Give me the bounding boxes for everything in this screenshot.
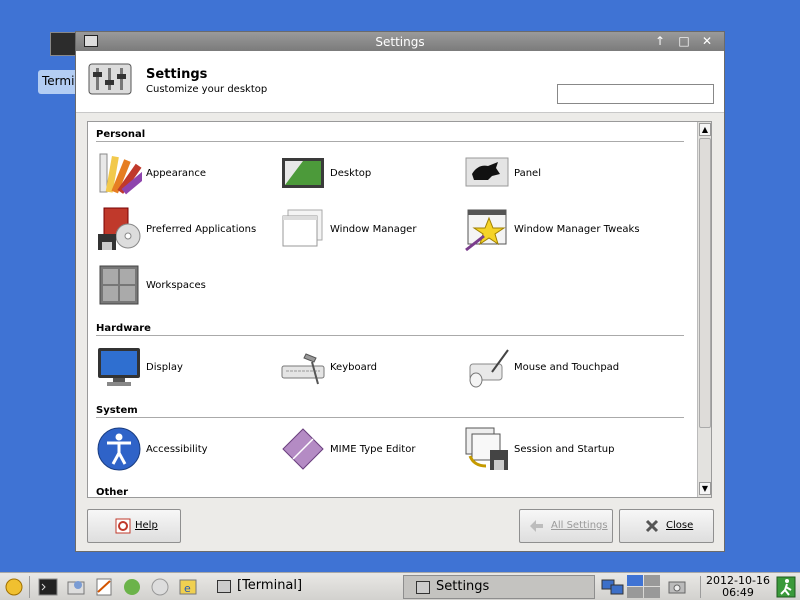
shade-button[interactable]: ↑ <box>652 34 668 49</box>
section-divider <box>96 335 684 336</box>
settings-item-mime-type-editor[interactable]: MIME Type Editor <box>280 426 460 472</box>
search-input[interactable] <box>557 84 714 104</box>
settings-item-label: Session and Startup <box>514 444 615 455</box>
workspace-switcher[interactable] <box>627 575 661 599</box>
mime-type-editor-icon <box>282 428 324 470</box>
maximize-button[interactable]: □ <box>676 34 692 49</box>
settings-item-label: Panel <box>514 168 541 179</box>
separator <box>29 576 30 598</box>
vertical-scrollbar[interactable]: ▲ ▼ <box>697 122 711 497</box>
settings-item-label: Keyboard <box>330 362 378 373</box>
window-title: Settings <box>375 35 425 49</box>
settings-item-mouse-and-touchpad[interactable]: Mouse and Touchpad <box>464 344 644 390</box>
settings-item-workspaces[interactable]: Workspaces <box>96 262 276 308</box>
section-title-other: Other <box>96 487 129 498</box>
display-icon <box>98 348 140 386</box>
close-window-button[interactable]: ✕ <box>699 34 715 49</box>
help-button[interactable]: Help <box>87 509 181 543</box>
settings-item-window-manager-tweaks[interactable]: Window Manager Tweaks <box>464 206 644 252</box>
terminal-task-icon <box>217 580 231 593</box>
help-icon <box>115 518 131 534</box>
settings-item-session-and-startup[interactable]: Session and Startup <box>464 426 644 472</box>
settings-item-window-manager[interactable]: Window Manager <box>280 206 460 252</box>
all-settings-button[interactable]: All Settings <box>519 509 613 543</box>
scroll-down-button[interactable]: ▼ <box>699 482 711 495</box>
window-manager-tweaks-icon <box>465 209 507 252</box>
panel-icon <box>465 157 509 187</box>
settings-item-accessibility[interactable]: Accessibility <box>96 426 276 472</box>
clock-time: 06:49 <box>722 586 754 599</box>
scroll-up-button[interactable]: ▲ <box>699 123 711 136</box>
task-settings[interactable]: Settings <box>403 575 595 599</box>
close-icon <box>645 519 659 533</box>
applications-menu-icon[interactable] <box>4 578 24 596</box>
header-subtitle: Customize your desktop <box>146 84 268 95</box>
mouse-icon <box>469 349 509 388</box>
logout-icon[interactable] <box>776 576 796 598</box>
title-bar[interactable]: Settings ↑ □ ✕ <box>76 32 724 51</box>
settings-manager-icon <box>88 63 132 95</box>
settings-item-panel[interactable]: Panel <box>464 150 644 196</box>
section-title-system: System <box>96 405 138 416</box>
accessibility-icon <box>97 427 141 471</box>
settings-item-label: Window Manager <box>330 224 417 235</box>
header-title: Settings <box>146 67 208 82</box>
section-divider <box>96 417 684 418</box>
appearance-icon <box>99 153 142 195</box>
settings-item-keyboard[interactable]: Keyboard <box>280 344 460 390</box>
settings-window: Settings ↑ □ ✕ Settings Customize your d… <box>75 31 725 552</box>
settings-item-display[interactable]: Display <box>96 344 276 390</box>
taskbar: e [Terminal] Settings 2012-10-16 06:49 <box>0 572 800 600</box>
settings-item-label: Workspaces <box>146 280 206 291</box>
task-terminal[interactable]: [Terminal] <box>205 575 401 599</box>
window-manager-icon <box>282 209 323 247</box>
settings-item-label: Desktop <box>330 168 372 179</box>
desktop-icon <box>282 158 324 188</box>
terminal-launcher-icon[interactable] <box>38 578 58 596</box>
text-editor-launcher-icon[interactable] <box>94 578 114 596</box>
section-title-hardware: Hardware <box>96 323 151 334</box>
settings-item-label: Window Manager Tweaks <box>514 224 640 235</box>
media-launcher-icon[interactable] <box>150 578 170 596</box>
settings-item-label: Appearance <box>146 168 207 179</box>
settings-item-label: Accessibility <box>146 444 208 455</box>
close-button[interactable]: Close <box>619 509 714 543</box>
network-icon[interactable] <box>601 578 625 596</box>
settings-task-icon <box>416 581 430 594</box>
settings-item-label: MIME Type Editor <box>330 444 416 455</box>
task-label: Settings <box>436 579 490 594</box>
settings-item-label: Mouse and Touchpad <box>514 362 620 373</box>
screenshot-icon[interactable] <box>667 578 687 596</box>
settings-item-appearance[interactable]: Appearance <box>96 150 276 196</box>
task-label: [Terminal] <box>237 578 303 593</box>
all-settings-button-label: All Settings <box>551 520 608 531</box>
settings-item-label: Preferred Applications <box>146 224 257 235</box>
help-button-label: Help <box>135 520 158 531</box>
browser-launcher-icon[interactable]: e <box>178 578 198 596</box>
scrollbar-thumb[interactable] <box>699 138 711 428</box>
workspaces-icon <box>99 265 139 305</box>
settings-item-label: Display <box>146 362 183 373</box>
spreadsheet-launcher-icon[interactable] <box>122 578 142 596</box>
section-title-personal: Personal <box>96 129 146 140</box>
file-manager-launcher-icon[interactable] <box>66 578 86 596</box>
header: Settings Customize your desktop <box>76 51 724 113</box>
settings-item-desktop[interactable]: Desktop <box>280 150 460 196</box>
separator <box>700 576 701 598</box>
session-startup-icon <box>465 427 508 470</box>
section-divider <box>96 141 684 142</box>
settings-list: Personal Appearance Desktop Panel Prefer… <box>87 121 712 498</box>
settings-item-preferred-applications[interactable]: Preferred Applications <box>96 206 276 252</box>
back-arrow-icon <box>530 520 543 532</box>
clock[interactable]: 2012-10-16 06:49 <box>706 575 770 599</box>
close-button-label: Close <box>666 520 694 531</box>
keyboard-icon <box>281 353 325 385</box>
svg-text:e: e <box>184 582 191 595</box>
preferred-applications-icon <box>98 207 141 250</box>
